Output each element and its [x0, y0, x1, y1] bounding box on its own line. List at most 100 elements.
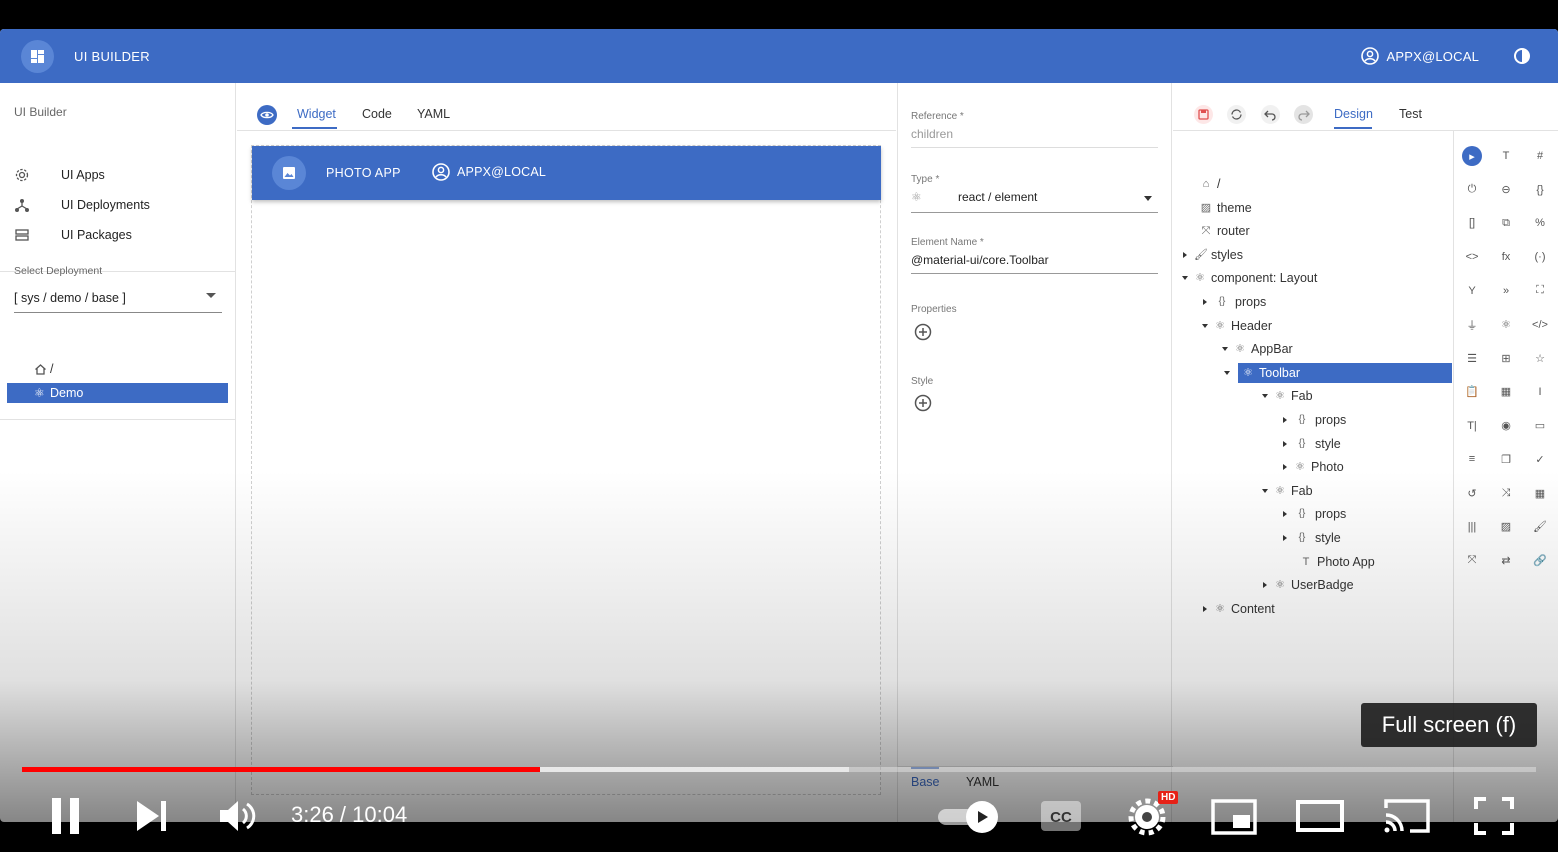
photo-fab[interactable] — [272, 156, 306, 190]
tree-node[interactable]: 🖌 styles — [1182, 245, 1243, 265]
palette-widget-icon[interactable]: Y — [1462, 281, 1482, 301]
eye-icon[interactable] — [257, 105, 277, 125]
palette-widget-icon[interactable]: T| — [1462, 416, 1482, 436]
tree-node[interactable]: {} style — [1282, 434, 1341, 454]
tree-node[interactable]: ⚛ Photo — [1282, 457, 1344, 477]
user-badge[interactable]: APPX@LOCAL — [1361, 47, 1479, 65]
palette-widget-icon[interactable]: T — [1496, 146, 1516, 166]
palette-widget-icon[interactable]: ▭ — [1530, 416, 1550, 436]
brightness-icon[interactable] — [1512, 46, 1532, 66]
redo-icon[interactable] — [1293, 104, 1314, 125]
miniplayer-icon[interactable] — [1211, 799, 1257, 835]
tab-base[interactable]: Base — [911, 775, 940, 789]
tree-node[interactable]: {} style — [1282, 528, 1341, 548]
palette-widget-icon[interactable]: I — [1530, 382, 1550, 402]
expand-less-icon[interactable] — [1182, 276, 1188, 281]
expand-less-icon[interactable] — [1222, 347, 1228, 352]
element-name-field[interactable]: @material-ui/core.Toolbar — [911, 253, 1158, 274]
palette-widget-icon[interactable]: ||| — [1462, 517, 1482, 537]
tree-node[interactable]: T Photo App — [1282, 552, 1375, 572]
tree-node[interactable]: {} props — [1202, 292, 1266, 312]
tab-code[interactable]: Code — [362, 107, 392, 121]
tab-yaml-props[interactable]: YAML — [966, 775, 999, 789]
volume-icon[interactable] — [218, 798, 258, 834]
expand-more-icon[interactable] — [1283, 440, 1287, 447]
palette-widget-icon[interactable]: » — [1496, 281, 1516, 301]
palette-widget-icon[interactable]: <> — [1462, 247, 1482, 267]
dashboard-icon[interactable] — [21, 40, 54, 73]
expand-more-icon[interactable] — [1183, 251, 1187, 258]
palette-widget-icon[interactable]: {} — [1530, 180, 1550, 200]
palette-widget-icon[interactable]: ▦ — [1496, 382, 1516, 402]
add-property-icon[interactable] — [914, 323, 932, 341]
expand-more-icon[interactable] — [1263, 582, 1267, 589]
sidebar-item-ui-apps[interactable]: UI Apps — [0, 161, 236, 189]
palette-widget-icon[interactable]: ↺ — [1462, 483, 1482, 503]
palette-widget-icon[interactable]: ▨ — [1496, 517, 1516, 537]
tab-widget[interactable]: Widget — [297, 107, 336, 121]
palette-widget-icon[interactable]: ⧉ — [1496, 213, 1516, 233]
expand-more-icon[interactable] — [1283, 464, 1287, 471]
tree-node[interactable]: ⚛ Header — [1202, 316, 1272, 336]
deployment-select[interactable]: [ sys / demo / base ] — [14, 287, 222, 313]
palette-widget-icon[interactable]: ≡ — [1462, 449, 1482, 469]
palette-widget-icon[interactable]: [] — [1462, 213, 1482, 233]
expand-less-icon[interactable] — [1202, 323, 1208, 328]
sidebar-item-ui-packages[interactable]: UI Packages — [0, 221, 236, 249]
tree-node[interactable]: ⚛ Toolbar — [1224, 362, 1452, 383]
undo-icon[interactable] — [1260, 104, 1281, 125]
tree-node[interactable]: ⚛ UserBadge — [1262, 575, 1354, 595]
tree-node[interactable]: ⚛ Fab — [1262, 386, 1313, 406]
palette-widget-icon[interactable]: ⏚ — [1462, 315, 1482, 335]
palette-widget-icon[interactable]: ☆ — [1530, 348, 1550, 368]
expand-more-icon[interactable] — [1283, 535, 1287, 541]
pause-icon[interactable] — [48, 796, 84, 836]
save-icon[interactable] — [1193, 104, 1214, 125]
expand-more-icon[interactable] — [1283, 417, 1287, 423]
tree-node[interactable]: ⚛ Fab — [1262, 481, 1313, 501]
palette-widget-icon[interactable]: </> — [1530, 315, 1550, 335]
palette-widget-icon[interactable]: fx — [1496, 247, 1516, 267]
expand-more-icon[interactable] — [1283, 511, 1287, 518]
design-canvas[interactable] — [251, 145, 881, 795]
add-style-icon[interactable] — [914, 394, 932, 412]
palette-widget-icon[interactable]: ✓ — [1530, 449, 1550, 469]
tab-test[interactable]: Test — [1399, 107, 1422, 121]
reference-field[interactable]: children — [911, 127, 1158, 148]
palette-widget-icon[interactable]: ⊖ — [1496, 180, 1516, 200]
palette-widget-icon[interactable]: ⤨ — [1496, 483, 1516, 503]
palette-widget-icon[interactable]: ◉ — [1496, 416, 1516, 436]
palette-widget-icon[interactable]: (·) — [1530, 247, 1550, 267]
expand-more-icon[interactable] — [1203, 605, 1207, 612]
palette-widget-icon[interactable]: 📋 — [1462, 382, 1482, 402]
tree-node[interactable]: ⤧ router — [1182, 221, 1250, 241]
expand-more-icon[interactable] — [1203, 299, 1207, 305]
sidebar-item-ui-deployments[interactable]: UI Deployments — [0, 191, 236, 219]
tab-yaml[interactable]: YAML — [417, 107, 450, 121]
tree-node[interactable]: ⚛ Content — [1202, 599, 1275, 619]
palette-widget-icon[interactable]: % — [1530, 213, 1550, 233]
tree-node[interactable]: ▨ theme — [1182, 198, 1252, 218]
tree-node[interactable]: {} props — [1282, 410, 1346, 430]
autoplay-toggle[interactable] — [938, 801, 1002, 833]
deployment-tree-root[interactable]: / — [7, 359, 228, 379]
palette-widget-icon[interactable]: # — [1530, 146, 1550, 166]
theater-mode-icon[interactable] — [1296, 799, 1344, 833]
expand-less-icon[interactable] — [1262, 488, 1268, 493]
palette-widget-icon[interactable]: 🔗 — [1530, 550, 1550, 570]
tree-node[interactable]: {} props — [1282, 504, 1346, 524]
palette-widget-icon[interactable]: ⛶ — [1530, 281, 1550, 301]
palette-widget-icon[interactable]: ⏻ — [1462, 180, 1482, 200]
deployment-tree-demo[interactable]: ⚛ Demo — [7, 383, 228, 403]
fullscreen-icon[interactable] — [1474, 797, 1514, 835]
type-select[interactable]: ⚛ react / element — [911, 188, 1158, 213]
tree-node[interactable]: ⌂ / — [1182, 174, 1221, 194]
expand-less-icon[interactable] — [1262, 394, 1268, 399]
preview-user-badge[interactable]: APPX@LOCAL — [432, 163, 546, 181]
tree-node[interactable]: ⚛ AppBar — [1222, 339, 1293, 359]
expand-less-icon[interactable] — [1224, 370, 1230, 375]
cast-icon[interactable] — [1383, 798, 1431, 834]
palette-widget-icon[interactable]: ⊞ — [1496, 348, 1516, 368]
tree-node[interactable]: ⚛ component: Layout — [1182, 268, 1317, 288]
palette-widget-icon[interactable]: ❐ — [1496, 449, 1516, 469]
